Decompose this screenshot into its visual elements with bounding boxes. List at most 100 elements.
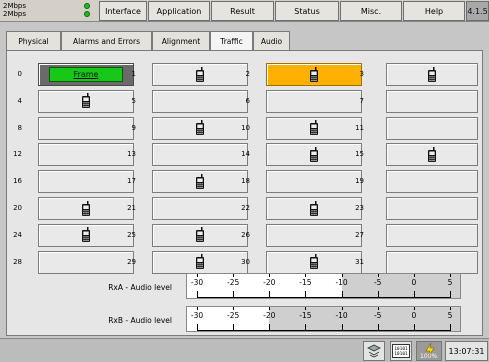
phone-icon <box>195 254 205 270</box>
timeslot-number: 25 <box>127 230 136 239</box>
timeslot-4-button[interactable] <box>38 89 134 113</box>
timeslot-14-button[interactable] <box>266 143 362 167</box>
rate-line-1: 2Mbps <box>3 2 27 10</box>
led-icon <box>84 11 90 17</box>
timeslot-11-button[interactable] <box>386 116 478 140</box>
timeslot-number: 20 <box>13 204 22 212</box>
timeslot-5-button[interactable] <box>152 89 248 113</box>
timeslot-18-button[interactable] <box>266 170 362 194</box>
rxa-tick <box>341 274 343 277</box>
timeslot-number: 2 <box>245 70 250 78</box>
timeslot-number: 28 <box>13 257 22 266</box>
timeslot-15-button[interactable] <box>386 143 478 167</box>
binary-data-icon[interactable]: 10101 10101 <box>390 341 412 361</box>
timeslot-number: 7 <box>359 96 364 105</box>
rxa-tick <box>269 274 271 277</box>
timeslot-0-button[interactable]: Frame <box>38 63 134 86</box>
rxb-scale-label: 0 <box>411 311 417 320</box>
timeslot-number: 24 <box>13 230 22 239</box>
timeslot-6-button[interactable] <box>266 89 362 113</box>
rxb-scale-label: -5 <box>373 311 382 320</box>
menu-help-button[interactable]: Help <box>403 1 465 21</box>
menu-status-button[interactable]: Status <box>275 1 339 21</box>
tab-alignment[interactable]: Alignment <box>152 31 210 51</box>
rxa-scale-label: -30 <box>190 278 204 287</box>
phone-icon <box>427 66 437 83</box>
rxa-tick <box>450 291 451 298</box>
timeslot-20-button[interactable] <box>38 197 134 220</box>
rxa-tick <box>450 274 451 277</box>
timeslot-number: 14 <box>241 150 250 159</box>
timeslot-8-button[interactable] <box>38 116 134 140</box>
timeslot-number: 11 <box>355 123 364 132</box>
phone-icon <box>81 93 91 109</box>
timeslot-number: 6 <box>245 96 250 105</box>
battery-level: 100% <box>420 353 438 360</box>
timeslot-16-button[interactable] <box>38 170 134 194</box>
rxb-scale-label: -25 <box>227 311 240 320</box>
rxa-scale-label: -25 <box>227 278 240 287</box>
tab-audio[interactable]: Audio <box>253 31 290 51</box>
timeslot-24-button[interactable] <box>38 223 134 247</box>
rxa-scale-label: -15 <box>299 278 312 287</box>
phone-icon <box>81 227 91 243</box>
timeslot-1-button[interactable] <box>152 63 248 86</box>
timeslot-22-button[interactable] <box>266 197 362 220</box>
rxa-scale-label: 0 <box>411 278 417 287</box>
timeslot-2-button[interactable] <box>266 63 362 86</box>
timeslot-number: 15 <box>355 150 364 159</box>
menu-application-button[interactable]: Application <box>148 1 210 21</box>
timeslot-number: 19 <box>355 177 364 186</box>
timeslot-3-button[interactable] <box>386 63 478 86</box>
timeslot-number: 8 <box>17 123 22 132</box>
rxa-tick <box>413 274 415 277</box>
phone-icon <box>195 227 205 243</box>
rxa-tick <box>233 274 235 277</box>
rxb-tick <box>305 307 307 310</box>
timeslot-26-button[interactable] <box>266 223 362 247</box>
timeslot-23-button[interactable] <box>386 197 478 220</box>
phone-icon <box>309 200 319 217</box>
timeslot-9-button[interactable] <box>152 116 248 140</box>
timeslot-17-button[interactable] <box>152 170 248 194</box>
timeslot-number: 3 <box>359 70 364 78</box>
menu-misc-button[interactable]: Misc. <box>340 1 402 21</box>
tab-alarms-and-errors[interactable]: Alarms and Errors <box>61 31 152 51</box>
menu-interface-button[interactable]: Interface <box>99 1 147 21</box>
rxb-tick <box>269 307 271 310</box>
timeslot-12-button[interactable] <box>38 143 134 167</box>
timeslot-7-button[interactable] <box>386 89 478 113</box>
rxa-baseline <box>197 297 450 298</box>
timeslot-number: 23 <box>355 204 364 212</box>
timeslot-number: 27 <box>355 230 364 239</box>
rxb-tick <box>233 307 235 310</box>
timeslot-27-button[interactable] <box>386 223 478 247</box>
rxa-tick <box>197 274 198 277</box>
rxb-audio-meter: -30 -25 -20 -15 -10 -5 0 5 <box>186 306 461 332</box>
network-icon[interactable] <box>363 341 385 361</box>
timeslot-number: 5 <box>131 96 136 105</box>
battery-charging-icon: 100% <box>416 341 442 361</box>
timeslot-10-button[interactable] <box>266 116 362 140</box>
menu-result-button[interactable]: Result <box>211 1 274 21</box>
timeslot-number: 26 <box>241 230 250 239</box>
rate-line-2: 2Mbps <box>3 10 27 18</box>
rxa-scale-label: 5 <box>447 278 453 287</box>
timeslot-19-button[interactable] <box>386 170 478 194</box>
timeslot-number: 9 <box>131 123 136 132</box>
tab-physical[interactable]: Physical <box>6 31 61 51</box>
timeslot-number: 12 <box>13 150 22 159</box>
timeslot-29-button[interactable] <box>152 250 248 274</box>
timeslot-25-button[interactable] <box>152 223 248 247</box>
timeslot-28-button[interactable] <box>38 250 134 274</box>
timeslot-21-button[interactable] <box>152 197 248 220</box>
timeslot-13-button[interactable] <box>152 143 248 167</box>
phone-icon <box>309 66 319 83</box>
phone-icon <box>195 66 205 83</box>
rxb-scale-label: 5 <box>447 311 453 320</box>
timeslot-30-button[interactable] <box>266 250 362 274</box>
rxb-scale-label: -30 <box>190 311 204 320</box>
timeslot-31-button[interactable] <box>386 250 478 274</box>
tab-traffic[interactable]: Traffic <box>210 31 253 51</box>
rxa-scale-label: -20 <box>263 278 276 287</box>
